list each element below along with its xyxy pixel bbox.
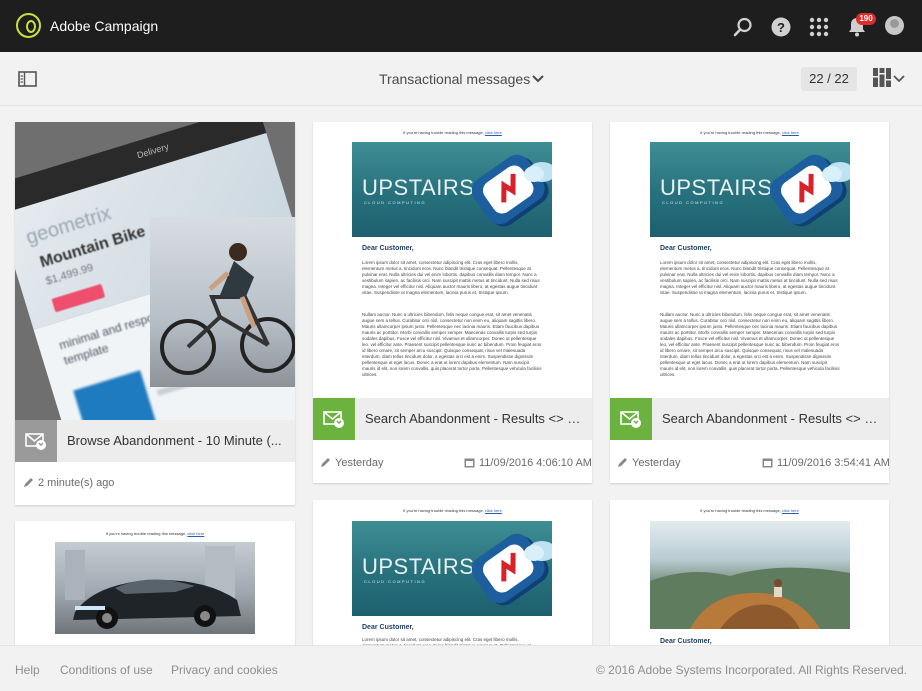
email-brand-sub: CLOUD COMPUTING (662, 200, 725, 205)
side-panel-icon[interactable] (18, 71, 37, 87)
card-title-bar[interactable]: Browse Abandonment - 10 Minute (... (15, 420, 295, 462)
card-title-bar[interactable]: Search Abandonment - Results <> N... (313, 398, 592, 440)
view-options-chevron-icon[interactable] (893, 73, 905, 85)
cloud-app-icon (471, 533, 552, 606)
svg-text:?: ? (777, 20, 785, 35)
transactional-message-icon (313, 398, 355, 440)
email-hero: UPSTAIRS CLOUD COMPUTING (352, 521, 552, 616)
email-greeting: Dear Customer, (660, 245, 712, 252)
email-notice: If you're having trouble reading this me… (403, 508, 502, 513)
modified-text: Yesterday (632, 457, 681, 469)
date-text: 11/09/2016 3:54:41 AM (777, 457, 889, 469)
view-title[interactable]: Transactional messages (379, 71, 530, 87)
message-card[interactable]: If you're having trouble reading this me… (15, 521, 295, 645)
pencil-icon (24, 478, 33, 487)
search-icon[interactable] (732, 16, 754, 38)
toolbar: Transactional messages 22 / 22 (0, 52, 922, 106)
date-text: 11/09/2016 4:06:10 AM (479, 457, 592, 469)
help-icon[interactable]: ? (770, 16, 792, 38)
modified-text: Yesterday (335, 457, 384, 469)
card-label[interactable]: Search Abandonment - Results <> N... (365, 411, 585, 426)
landscape-photo (650, 521, 850, 629)
email-brand-sub: CLOUD COMPUTING (364, 200, 427, 205)
card-title-bar[interactable]: Search Abandonment - Results <> N... (610, 398, 889, 440)
item-count: 22 / 22 (801, 67, 857, 91)
card-modified: Yesterday (320, 457, 384, 469)
card-date: 11/09/2016 3:54:41 AM (762, 457, 889, 469)
grid-view-icon[interactable] (873, 68, 891, 87)
email-notice: If you're having trouble reading this me… (105, 531, 205, 536)
pencil-icon (321, 458, 330, 467)
transactional-message-icon (610, 398, 652, 440)
footer-link-help[interactable]: Help (15, 663, 40, 677)
email-hero: UPSTAIRS CLOUD COMPUTING (650, 142, 850, 237)
apps-grid-icon[interactable] (808, 16, 830, 38)
email-greeting: Dear Customer, (660, 638, 712, 645)
email-paragraph-1: Lorem ipsum dolor sit amet, consectetur … (362, 637, 531, 645)
card-thumbnail: Delivery geometrix Mountain Bike $1,499.… (15, 122, 295, 420)
adobe-campaign-logo[interactable] (16, 13, 41, 38)
notification-badge: 190 (856, 13, 876, 25)
email-brand: UPSTAIRS (660, 175, 773, 200)
email-paragraph-1: Lorem ipsum dolor sit amet, consectetur … (660, 260, 838, 295)
pencil-icon (618, 458, 627, 467)
email-brand: UPSTAIRS (362, 175, 475, 200)
copyright: © 2016 Adobe Systems Incorporated. All R… (595, 663, 907, 677)
cloud-app-icon (471, 154, 552, 227)
card-label[interactable]: Search Abandonment - Results <> N... (662, 411, 882, 426)
avatar[interactable] (885, 16, 904, 35)
email-greeting: Dear Customer, (362, 624, 414, 631)
card-modified: 2 minute(s) ago (23, 477, 114, 489)
card-thumbnail: If you're having trouble reading this me… (610, 122, 889, 398)
cyclist-photo (150, 217, 295, 387)
car-photo (55, 542, 255, 634)
email-brand: UPSTAIRS (362, 554, 475, 579)
app-title[interactable]: Adobe Campaign (50, 18, 158, 34)
card-date: 11/09/2016 4:06:10 AM (464, 457, 592, 469)
email-paragraph-2: Nullam auctor. Nunc a ultricies bibendum… (362, 312, 542, 377)
calendar-icon (464, 458, 475, 468)
cloud-app-icon (769, 154, 850, 227)
email-brand-sub: CLOUD COMPUTING (364, 579, 427, 584)
email-paragraph-1: Lorem ipsum dolor sit amet, consectetur … (362, 260, 540, 295)
transactional-message-icon (15, 420, 57, 462)
message-card[interactable]: If you're having trouble reading this me… (313, 500, 592, 645)
message-card[interactable]: Delivery geometrix Mountain Bike $1,499.… (15, 122, 295, 505)
card-modified: Yesterday (617, 457, 681, 469)
email-preview: UPSTAIRS CLOUD COMPUTING Dear Customer, (650, 142, 850, 398)
message-card[interactable]: If you're having trouble reading this me… (313, 122, 592, 483)
footer-link-privacy[interactable]: Privacy and cookies (171, 663, 278, 677)
top-bar: Adobe Campaign ? 190 (0, 0, 922, 52)
email-paragraph-2: Nullam auctor. Nunc a ultricies bibendum… (660, 312, 840, 377)
email-notice: If you're having trouble reading this me… (403, 130, 502, 135)
message-card[interactable]: If you're having trouble reading this me… (610, 500, 889, 645)
modified-text: 2 minute(s) ago (38, 477, 115, 489)
email-greeting: Dear Customer, (362, 245, 414, 252)
card-thumbnail: If you're having trouble reading this me… (313, 122, 592, 398)
email-preview: UPSTAIRS CLOUD COMPUTING Dear Customer, (352, 142, 552, 398)
message-card[interactable]: If you're having trouble reading this me… (610, 122, 889, 483)
email-notice: If you're having trouble reading this me… (700, 508, 799, 513)
chevron-down-icon[interactable] (531, 72, 545, 86)
card-grid: Delivery geometrix Mountain Bike $1,499.… (0, 107, 922, 645)
email-hero: UPSTAIRS CLOUD COMPUTING (352, 142, 552, 237)
footer: Help Conditions of use Privacy and cooki… (0, 645, 922, 691)
card-label[interactable]: Browse Abandonment - 10 Minute (... (67, 433, 287, 448)
calendar-icon (762, 458, 773, 468)
email-notice: If you're having trouble reading this me… (700, 130, 799, 135)
footer-link-conditions[interactable]: Conditions of use (60, 663, 153, 677)
email-preview: UPSTAIRS CLOUD COMPUTING Dear Customer, … (352, 521, 552, 645)
